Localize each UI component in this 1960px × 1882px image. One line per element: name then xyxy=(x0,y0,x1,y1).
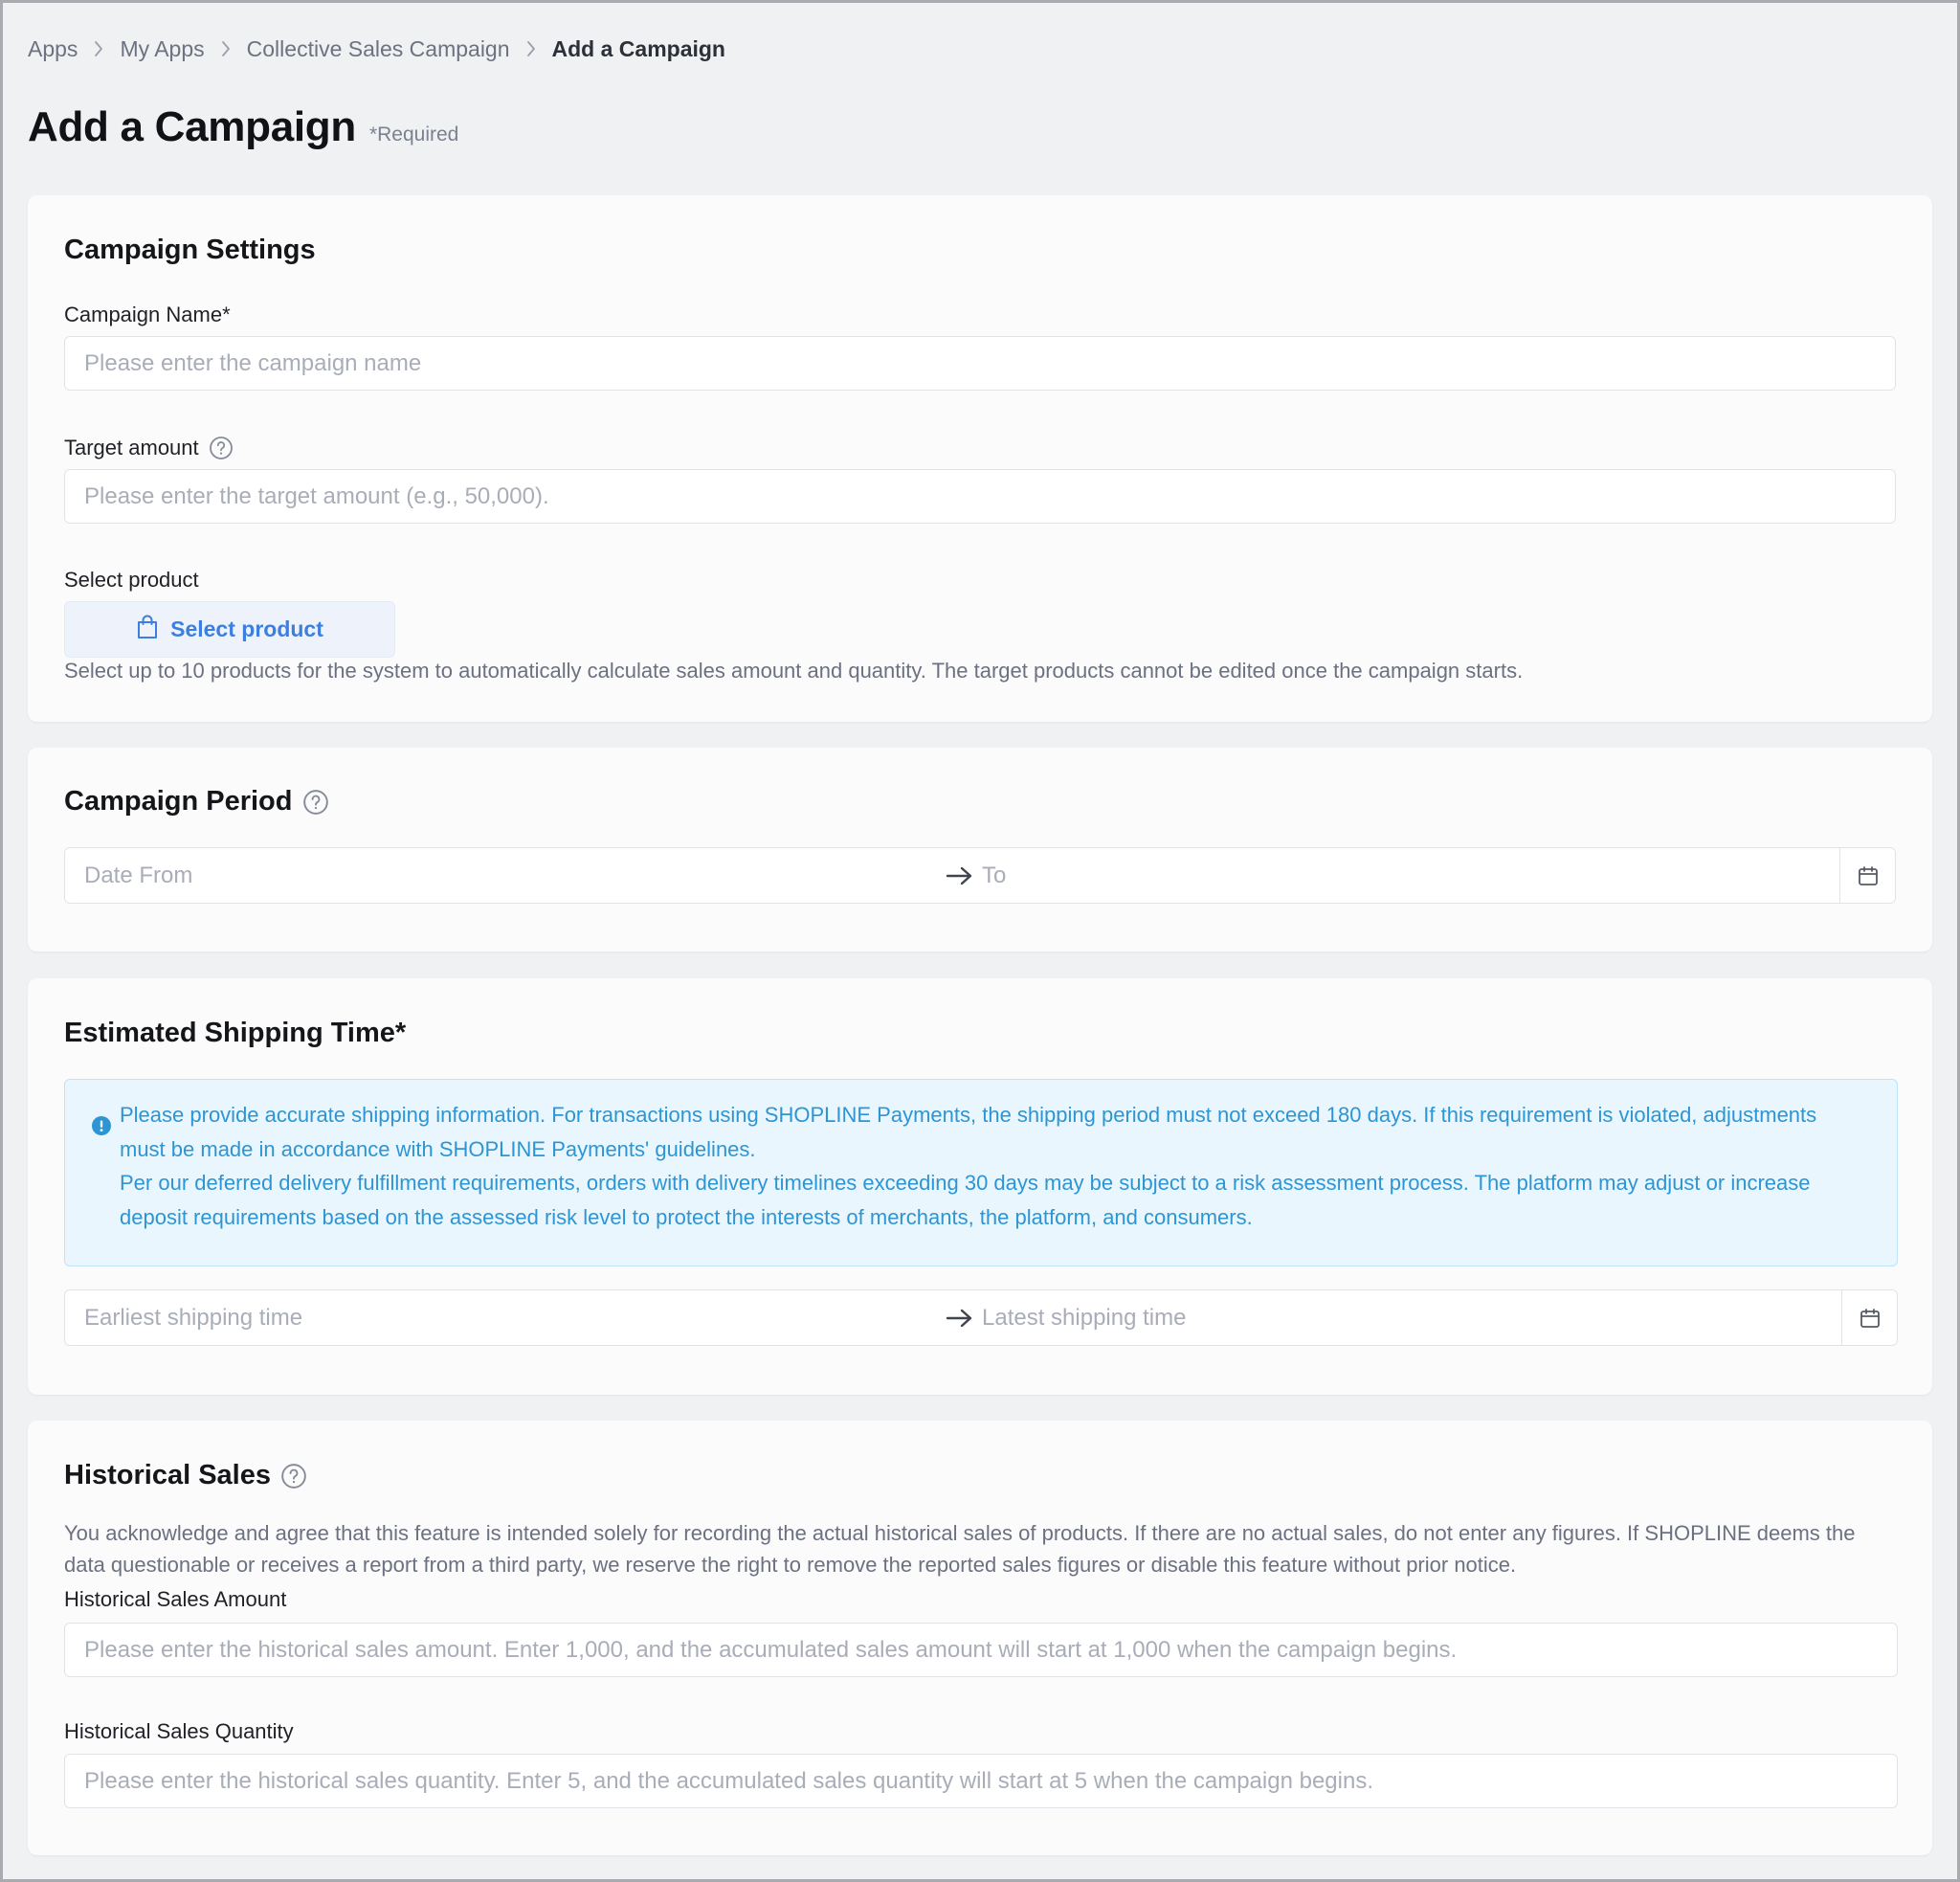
select-product-hint: Select up to 10 products for the system … xyxy=(64,659,1524,683)
target-amount-label-row: Target amount xyxy=(64,436,234,460)
campaign-period-range-picker: Date From To xyxy=(64,847,1896,904)
historical-sales-quantity-label: Historical Sales Quantity xyxy=(64,1719,294,1743)
date-to-input[interactable]: To xyxy=(982,863,1006,889)
page-header: Add a Campaign *Required xyxy=(28,103,458,151)
target-amount-label: Target amount xyxy=(64,436,199,459)
campaign-settings-title: Campaign Settings xyxy=(64,235,316,265)
shipping-time-range-picker: Earliest shipping time Latest shipping t… xyxy=(64,1289,1898,1346)
latest-shipping-input[interactable]: Latest shipping time xyxy=(982,1305,1186,1332)
shipping-notice-line-2: Per our deferred delivery fulfillment re… xyxy=(120,1171,1811,1229)
campaign-period-title-row: Campaign Period xyxy=(64,786,329,818)
shipping-notice: Please provide accurate shipping informa… xyxy=(64,1079,1898,1266)
historical-sales-title: Historical Sales xyxy=(64,1460,271,1490)
page: Apps My Apps Collective Sales Campaign A… xyxy=(0,0,1960,1882)
chevron-right-icon xyxy=(78,40,120,57)
help-icon[interactable] xyxy=(209,436,234,460)
info-icon xyxy=(92,1111,111,1146)
calendar-icon[interactable] xyxy=(1839,848,1895,903)
shipping-time-card: Estimated Shipping Time* Please provide … xyxy=(28,978,1932,1395)
historical-sales-title-row: Historical Sales xyxy=(64,1460,307,1491)
historical-sales-disclaimer: You acknowledge and agree that this feat… xyxy=(64,1521,1856,1577)
required-note: *Required xyxy=(368,123,459,146)
select-product-label: Select product xyxy=(64,568,199,592)
help-icon[interactable] xyxy=(280,1463,307,1490)
historical-sales-card: Historical Sales You acknowledge and agr… xyxy=(28,1421,1932,1855)
arrow-right-icon xyxy=(946,1307,974,1330)
help-icon[interactable] xyxy=(302,789,329,816)
arrow-right-icon xyxy=(946,864,974,887)
shipping-notice-text: Please provide accurate shipping informa… xyxy=(120,1098,1861,1234)
target-amount-input[interactable] xyxy=(64,469,1896,524)
campaign-name-input[interactable] xyxy=(64,336,1896,391)
select-product-button-label: Select product xyxy=(170,616,323,641)
date-from-input[interactable]: Date From xyxy=(84,863,192,889)
breadcrumb-apps[interactable]: Apps xyxy=(28,36,78,62)
historical-sales-quantity-input[interactable] xyxy=(64,1754,1898,1808)
select-product-button[interactable]: Select product xyxy=(64,601,395,658)
calendar-icon[interactable] xyxy=(1841,1290,1897,1345)
breadcrumb-collective-sales-campaign[interactable]: Collective Sales Campaign xyxy=(247,36,510,62)
earliest-shipping-input[interactable]: Earliest shipping time xyxy=(84,1305,302,1332)
shipping-time-title: Estimated Shipping Time* xyxy=(64,1018,407,1048)
chevron-right-icon xyxy=(205,40,247,57)
campaign-period-card: Campaign Period Date From To xyxy=(28,748,1932,952)
campaign-period-title: Campaign Period xyxy=(64,786,293,817)
breadcrumb: Apps My Apps Collective Sales Campaign A… xyxy=(28,34,725,64)
chevron-right-icon xyxy=(510,40,552,57)
shipping-notice-line-1: Please provide accurate shipping informa… xyxy=(120,1103,1817,1161)
page-title: Add a Campaign xyxy=(28,103,356,150)
campaign-settings-card: Campaign Settings Campaign Name* Target … xyxy=(28,195,1932,722)
historical-sales-amount-input[interactable] xyxy=(64,1623,1898,1677)
breadcrumb-current: Add a Campaign xyxy=(551,35,725,61)
breadcrumb-my-apps[interactable]: My Apps xyxy=(120,36,204,62)
historical-sales-amount-label: Historical Sales Amount xyxy=(64,1587,287,1611)
shopping-bag-icon xyxy=(136,614,170,646)
campaign-name-label: Campaign Name* xyxy=(64,302,231,326)
